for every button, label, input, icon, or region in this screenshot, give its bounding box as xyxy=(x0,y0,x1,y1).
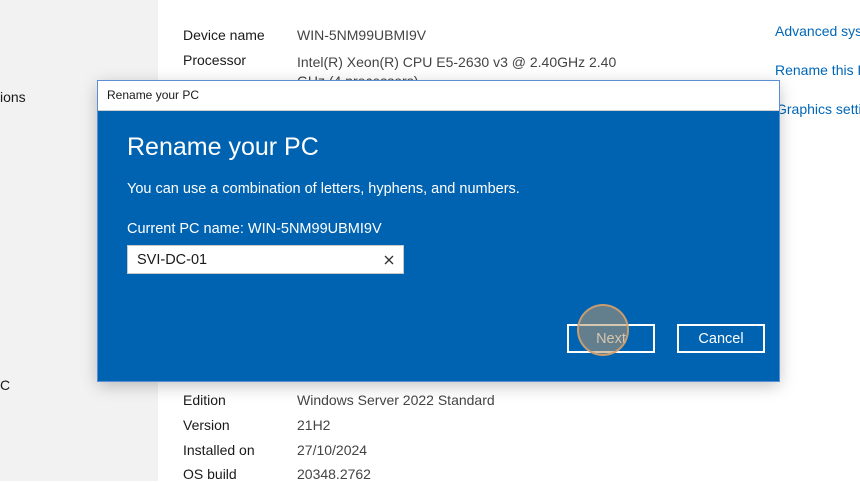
nav-item-partial-1[interactable]: ions xyxy=(0,89,26,105)
spec-row-edition: Edition Windows Server 2022 Standard xyxy=(183,392,495,408)
spec-row-processor: Processor xyxy=(183,52,297,68)
new-pc-name-field[interactable] xyxy=(127,245,404,274)
rename-pc-dialog: Rename your PC Rename your PC You can us… xyxy=(98,81,779,381)
spec-row-installed-on: Installed on 27/10/2024 xyxy=(183,442,367,458)
nav-item-label: ions xyxy=(0,89,26,105)
spec-key: Device name xyxy=(183,27,265,43)
rename-this-pc-link[interactable]: Rename this P xyxy=(775,62,860,78)
nav-item-partial-2[interactable]: C xyxy=(0,377,10,393)
spec-key: Installed on xyxy=(183,442,255,458)
spec-value: 20348.2762 xyxy=(297,466,371,482)
spec-key: Version xyxy=(183,417,230,433)
spec-value: 27/10/2024 xyxy=(297,442,368,458)
section-heading-cut xyxy=(183,0,363,4)
current-pc-name-label: Current PC name: WIN-5NM99UBMI9V xyxy=(127,221,382,237)
spec-key: Processor xyxy=(183,52,247,68)
dialog-description: You can use a combination of letters, hy… xyxy=(127,181,520,197)
spec-value: 21H2 xyxy=(297,417,331,433)
dialog-heading: Rename your PC xyxy=(127,133,319,161)
spec-row-device-name: Device name WIN-5NM99UBMI9V xyxy=(183,27,426,43)
graphics-settings-link[interactable]: Graphics setti xyxy=(776,101,860,117)
spec-value: Windows Server 2022 Standard xyxy=(297,392,495,408)
clear-icon[interactable] xyxy=(381,252,397,268)
spec-key: OS build xyxy=(183,466,237,482)
advanced-system-settings-link[interactable]: Advanced syst xyxy=(775,23,860,39)
dialog-titlebar[interactable]: Rename your PC xyxy=(98,81,779,111)
new-pc-name-input[interactable] xyxy=(137,249,367,271)
dialog-window-title: Rename your PC xyxy=(107,88,200,102)
nav-item-label: C xyxy=(0,377,11,393)
spec-row-version: Version 21H2 xyxy=(183,417,330,433)
dialog-body: Rename your PC You can use a combination… xyxy=(98,111,779,381)
spec-value: WIN-5NM99UBMI9V xyxy=(297,27,427,43)
related-settings: Advanced syst Rename this P Graphics set… xyxy=(775,0,860,481)
spec-key: Edition xyxy=(183,392,226,408)
cancel-button[interactable]: Cancel xyxy=(677,324,765,353)
next-button[interactable]: Next xyxy=(567,324,655,353)
spec-row-os-build: OS build 20348.2762 xyxy=(183,466,371,482)
